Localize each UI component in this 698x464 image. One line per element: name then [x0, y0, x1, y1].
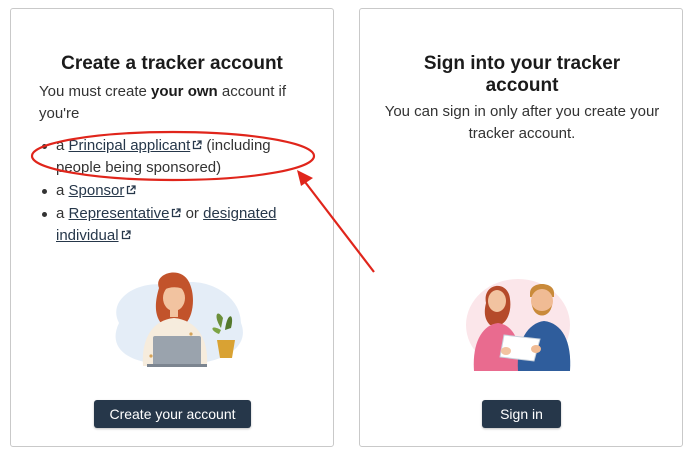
principal-applicant-link[interactable]: Principal applicant: [69, 137, 191, 154]
woman-laptop-illustration: [115, 272, 243, 367]
sign-in-card: Sign into your tracker account You can s…: [359, 8, 683, 447]
list-item-representative: a Representative or designated individua…: [39, 203, 319, 247]
representative-link[interactable]: Representative: [69, 205, 170, 222]
two-people-illustration: [466, 279, 571, 371]
create-account-title: Create a tracker account: [61, 53, 283, 74]
external-link-icon: [121, 230, 131, 240]
external-link-icon: [172, 208, 182, 218]
account-type-list: a Principal applicant (including people …: [39, 135, 319, 248]
create-account-card: Create a tracker account You must create…: [10, 8, 334, 447]
list-item-principal-applicant: a Principal applicant (including people …: [39, 135, 319, 179]
sign-in-title: Sign into your tracker account: [423, 53, 621, 96]
external-link-icon: [127, 185, 137, 195]
sign-in-button[interactable]: Sign in: [482, 400, 561, 428]
create-account-intro: You must create your own account if you'…: [39, 83, 287, 122]
sponsor-link[interactable]: Sponsor: [69, 182, 125, 199]
intro-emphasis: your own: [151, 83, 218, 100]
create-account-button[interactable]: Create your account: [94, 400, 251, 428]
external-link-icon: [193, 140, 202, 150]
list-item-sponsor: a Sponsor: [39, 180, 319, 202]
sign-in-description: You can sign in only after you create yo…: [384, 103, 660, 142]
